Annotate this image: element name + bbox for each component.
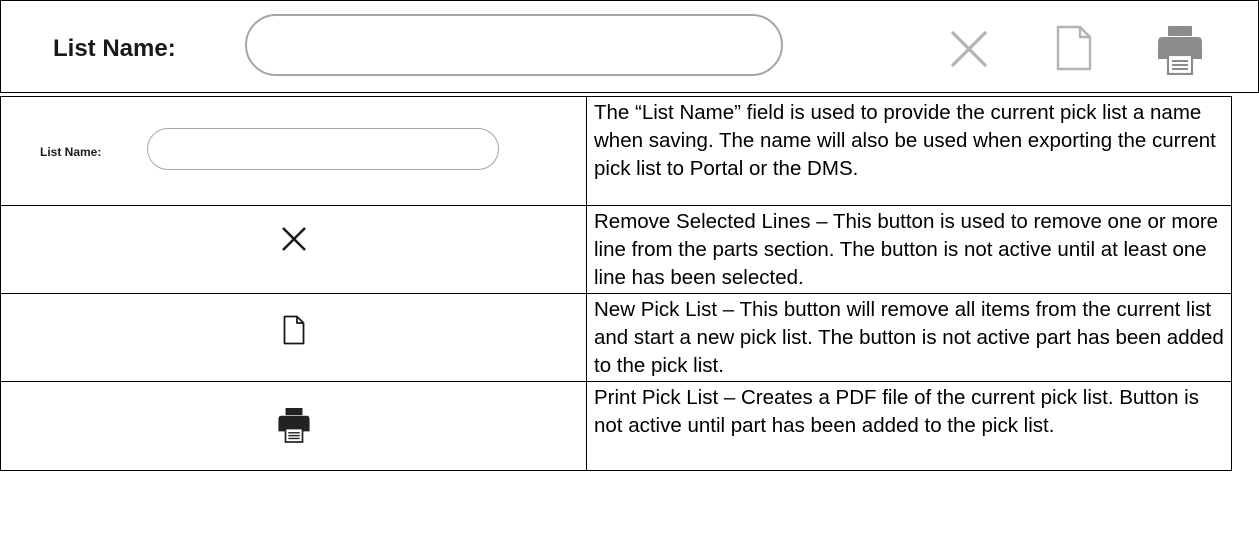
list-name-input[interactable] [245, 14, 783, 76]
printer-icon [277, 407, 311, 448]
table-row: New Pick List – This button will remove … [0, 293, 1232, 382]
button-description-table: List Name: The “List Name” field is used… [0, 96, 1232, 471]
printer-icon[interactable] [1156, 25, 1204, 80]
table-cell-illustration [0, 205, 587, 294]
description-text: Remove Selected Lines – This button is u… [594, 210, 1219, 289]
pick-list-toolbar: List Name: [0, 0, 1259, 93]
description-text: New Pick List – This button will remove … [594, 298, 1224, 377]
table-cell-description: Remove Selected Lines – This button is u… [586, 205, 1232, 294]
list-name-label: List Name: [53, 35, 176, 62]
table-cell-description: New Pick List – This button will remove … [586, 293, 1232, 382]
new-document-icon[interactable] [1056, 25, 1092, 76]
close-icon [281, 226, 307, 257]
description-text: Print Pick List – Creates a PDF file of … [594, 386, 1199, 437]
table-row: List Name: The “List Name” field is used… [0, 96, 1232, 206]
table-cell-illustration: List Name: [0, 96, 587, 206]
list-name-label: List Name: [40, 145, 102, 159]
table-cell-illustration [0, 381, 587, 471]
close-icon[interactable] [949, 29, 989, 74]
table-cell-description: The “List Name” field is used to provide… [586, 96, 1232, 206]
description-text: The “List Name” field is used to provide… [594, 101, 1216, 180]
table-cell-description: Print Pick List – Creates a PDF file of … [586, 381, 1232, 471]
new-document-icon [283, 315, 305, 350]
table-cell-illustration [0, 293, 587, 382]
list-name-input[interactable] [147, 128, 499, 170]
table-row: Print Pick List – Creates a PDF file of … [0, 381, 1232, 471]
table-row: Remove Selected Lines – This button is u… [0, 205, 1232, 294]
